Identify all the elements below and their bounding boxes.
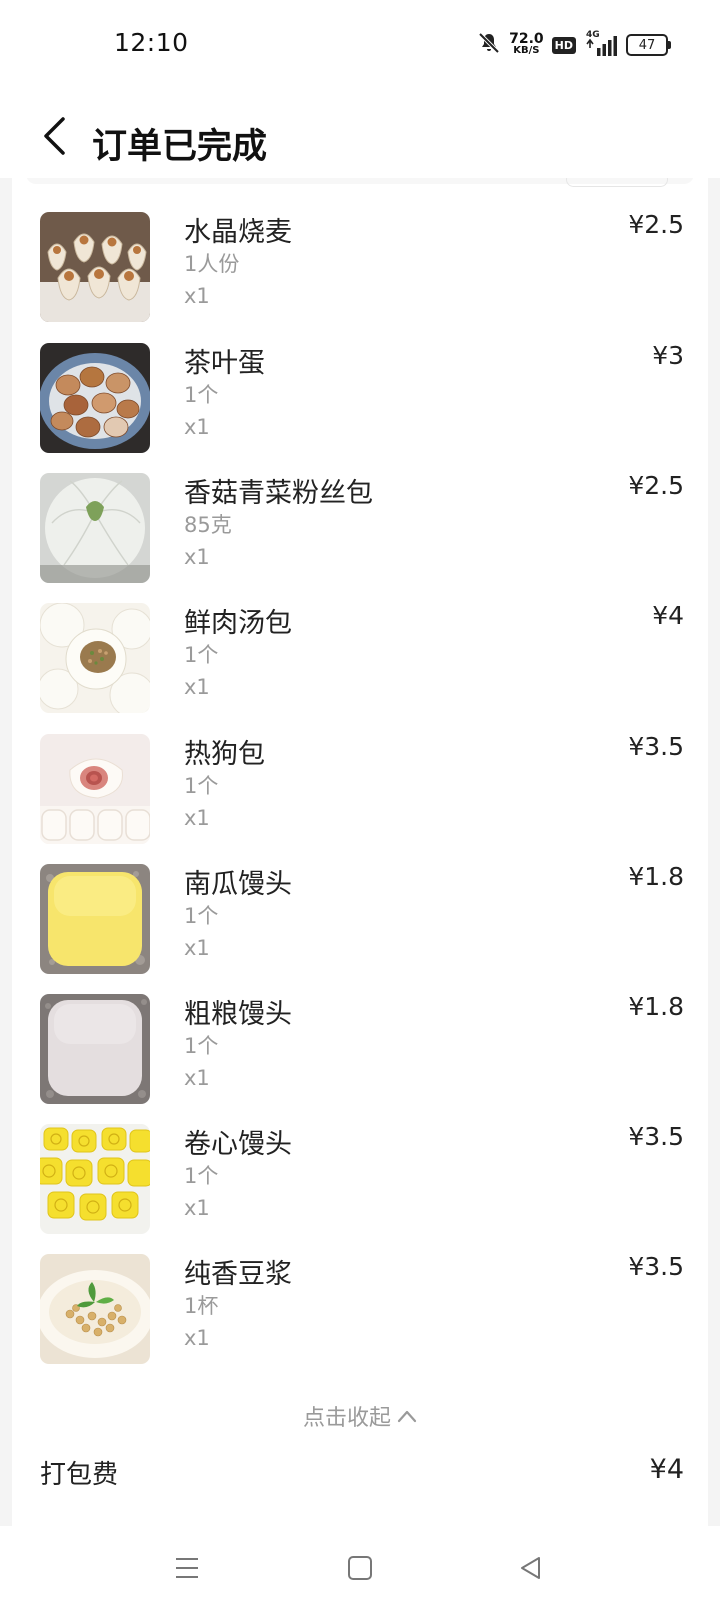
item-spec: 1人份 (184, 252, 240, 276)
bell-mute-icon (477, 31, 501, 59)
item-name: 茶叶蛋 (184, 348, 265, 379)
net-speed-unit: KB/S (513, 45, 540, 56)
page-title: 订单已完成 (92, 127, 268, 167)
back-triangle-icon (521, 1557, 540, 1579)
item-spec: 1杯 (184, 1294, 219, 1318)
item-name: 卷心馒头 (184, 1129, 292, 1160)
order-item[interactable]: 茶叶蛋 1个 x1 ¥3 (40, 341, 684, 455)
item-name: 纯香豆浆 (184, 1259, 292, 1290)
menu-icon (176, 1558, 198, 1578)
system-nav-bar (0, 1526, 720, 1612)
item-quantity: x1 (184, 545, 210, 569)
item-price: ¥1.8 (628, 862, 684, 891)
item-image-pumpkin-mantou (40, 864, 150, 974)
signal-icon: 4G (584, 30, 618, 56)
chevron-left-icon (44, 117, 65, 155)
status-icons: 72.0 KB/S HD 4G 47 (477, 28, 671, 62)
item-spec: 1个 (184, 1164, 219, 1188)
item-price: ¥1.8 (628, 992, 684, 1021)
back-button[interactable] (34, 114, 74, 158)
item-image-grain-mantou (40, 994, 150, 1104)
item-name: 粗粮馒头 (184, 999, 292, 1030)
back-nav-button[interactable] (506, 1546, 556, 1590)
order-item[interactable]: 南瓜馒头 1个 x1 ¥1.8 (40, 862, 684, 976)
item-price: ¥3.5 (628, 732, 684, 761)
packing-fee-row: 打包费 ¥4 (40, 1454, 684, 1498)
order-item[interactable]: 香菇青菜粉丝包 85克 x1 ¥2.5 (40, 471, 684, 585)
item-spec: 1个 (184, 904, 219, 928)
item-quantity: x1 (184, 1196, 210, 1220)
item-image-tea-egg (40, 343, 150, 453)
packing-fee-value: ¥4 (649, 1454, 684, 1485)
status-time: 12:10 (114, 28, 189, 57)
item-quantity: x1 (184, 806, 210, 830)
item-name: 水晶烧麦 (184, 217, 292, 248)
item-quantity: x1 (184, 936, 210, 960)
order-item[interactable]: 纯香豆浆 1杯 x1 ¥3.5 (40, 1252, 684, 1366)
order-item[interactable]: 热狗包 1个 x1 ¥3.5 (40, 732, 684, 846)
status-bar: 12:10 72.0 KB/S HD 4G 47 (0, 0, 720, 90)
collapse-button[interactable]: 点击收起 (12, 1396, 708, 1436)
network-label: 4G (586, 30, 600, 40)
item-image-roll-mantou (40, 1124, 150, 1234)
battery-level: 47 (638, 37, 656, 53)
order-items-card: 水晶烧麦 1人份 x1 ¥2.5 茶叶蛋 1个 x1 ¥3 香菇青菜粉丝包 85… (12, 178, 708, 1526)
item-image-shaomai (40, 212, 150, 322)
card-top-pill (566, 178, 668, 187)
item-image-veg-bun (40, 473, 150, 583)
item-image-soymilk (40, 1254, 150, 1364)
menu-button[interactable] (162, 1546, 212, 1590)
packing-fee-label: 打包费 (40, 1460, 119, 1490)
item-price: ¥3.5 (628, 1122, 684, 1151)
collapse-label: 点击收起 (302, 1406, 391, 1431)
order-item[interactable]: 水晶烧麦 1人份 x1 ¥2.5 (40, 210, 684, 324)
item-quantity: x1 (184, 1066, 210, 1090)
item-price: ¥3 (652, 341, 684, 370)
item-price: ¥2.5 (628, 471, 684, 500)
chevron-up-icon (397, 1410, 417, 1423)
item-spec: 1个 (184, 643, 219, 667)
item-name: 香菇青菜粉丝包 (184, 478, 373, 509)
page-header: 订单已完成 (0, 90, 720, 178)
item-name: 南瓜馒头 (184, 869, 292, 900)
item-spec: 1个 (184, 383, 219, 407)
item-spec: 1个 (184, 774, 219, 798)
home-button[interactable] (335, 1546, 385, 1590)
item-quantity: x1 (184, 284, 210, 308)
order-item[interactable]: 鲜肉汤包 1个 x1 ¥4 (40, 601, 684, 715)
item-price: ¥4 (652, 601, 684, 630)
item-name: 鲜肉汤包 (184, 608, 292, 639)
item-quantity: x1 (184, 675, 210, 699)
item-spec: 1个 (184, 1034, 219, 1058)
order-item[interactable]: 粗粮馒头 1个 x1 ¥1.8 (40, 992, 684, 1106)
item-spec: 85克 (184, 513, 232, 537)
net-speed-value: 72.0 (509, 31, 544, 47)
item-image-soup-bun (40, 603, 150, 713)
hd-badge: HD (551, 36, 576, 54)
battery-icon: 47 (626, 34, 671, 56)
item-quantity: x1 (184, 1326, 210, 1350)
net-speed: 72.0 KB/S (509, 31, 544, 56)
item-price: ¥3.5 (628, 1252, 684, 1281)
item-price: ¥2.5 (628, 210, 684, 239)
item-quantity: x1 (184, 415, 210, 439)
item-name: 热狗包 (184, 739, 265, 770)
home-icon (348, 1556, 372, 1580)
item-image-hotdog-bun (40, 734, 150, 844)
order-item[interactable]: 卷心馒头 1个 x1 ¥3.5 (40, 1122, 684, 1236)
